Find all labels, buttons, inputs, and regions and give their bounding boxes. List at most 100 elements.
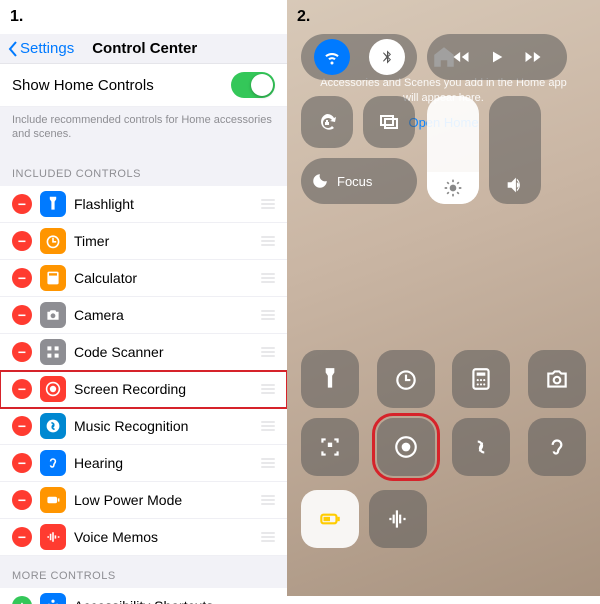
bluetooth-button[interactable] xyxy=(369,39,405,75)
speaker-icon xyxy=(504,174,526,196)
step-label-2: 2. xyxy=(287,0,320,34)
media-tile[interactable] xyxy=(427,34,567,80)
control-label: Low Power Mode xyxy=(74,492,253,508)
calculator-tile[interactable] xyxy=(452,350,510,408)
ear-app-icon xyxy=(40,450,66,476)
calculator-icon xyxy=(468,366,494,392)
control-row-record: − Screen Recording xyxy=(0,371,287,408)
control-row-battery: − Low Power Mode xyxy=(0,482,287,519)
wave-icon xyxy=(45,529,61,545)
control-label: Screen Recording xyxy=(74,381,253,397)
drag-handle[interactable] xyxy=(261,421,275,431)
timer-tile[interactable] xyxy=(377,350,435,408)
remove-button[interactable]: − xyxy=(12,416,32,436)
ear-icon xyxy=(544,434,570,460)
remove-button[interactable]: − xyxy=(12,527,32,547)
control-row-calculator: − Calculator xyxy=(0,260,287,297)
focus-label: Focus xyxy=(337,174,372,189)
drag-handle[interactable] xyxy=(261,310,275,320)
wave-icon xyxy=(385,506,411,532)
drag-handle[interactable] xyxy=(261,347,275,357)
page-title: Control Center xyxy=(92,40,197,57)
wifi-button[interactable] xyxy=(314,39,350,75)
drag-handle[interactable] xyxy=(261,458,275,468)
volume-slider[interactable] xyxy=(489,96,541,204)
wave-app-icon xyxy=(40,524,66,550)
screen-mirror-tile[interactable] xyxy=(363,96,415,148)
timer-icon xyxy=(393,366,419,392)
control-label: Music Recognition xyxy=(74,418,253,434)
remove-button[interactable]: − xyxy=(12,268,32,288)
shazam-app-icon xyxy=(40,413,66,439)
flashlight-icon xyxy=(317,366,343,392)
drag-handle[interactable] xyxy=(261,199,275,209)
battery-icon xyxy=(45,492,61,508)
drag-handle[interactable] xyxy=(261,236,275,246)
screen-recording-tile[interactable] xyxy=(377,418,435,476)
control-row-camera: −Camera xyxy=(0,297,287,334)
shazam-icon xyxy=(468,434,494,460)
control-label: Calculator xyxy=(74,270,253,286)
control-grid-row2 xyxy=(301,490,427,548)
control-label: Voice Memos xyxy=(74,529,253,545)
control-label: Hearing xyxy=(74,455,253,471)
back-button[interactable]: Settings xyxy=(8,40,74,57)
show-home-controls-cell: Show Home Controls xyxy=(0,64,287,107)
flashlight-tile[interactable] xyxy=(301,350,359,408)
rotation-lock-tile[interactable] xyxy=(301,96,353,148)
accessibility-app-icon xyxy=(40,593,66,604)
flashlight-app-icon xyxy=(40,191,66,217)
remove-button[interactable]: − xyxy=(12,490,32,510)
control-row-timer: − Timer xyxy=(0,223,287,260)
remove-button[interactable]: − xyxy=(12,305,32,325)
control-label: Code Scanner xyxy=(74,344,253,360)
brightness-slider[interactable] xyxy=(427,96,479,204)
forward-icon xyxy=(523,47,543,67)
focus-tile[interactable]: Focus xyxy=(301,158,417,204)
drag-handle[interactable] xyxy=(261,384,275,394)
control-label: Timer xyxy=(74,233,253,249)
chevron-left-icon xyxy=(8,41,18,57)
nav-header: Settings Control Center xyxy=(0,34,287,64)
step-label-1: 1. xyxy=(0,0,287,34)
control-row-qr: − Code Scanner xyxy=(0,334,287,371)
camera-app-icon xyxy=(40,302,66,328)
home-controls-footer: Include recommended controls for Home ac… xyxy=(0,107,287,154)
included-section-header: INCLUDED CONTROLS xyxy=(0,154,287,186)
add-button[interactable]: + xyxy=(12,596,32,604)
shazam-tile[interactable] xyxy=(452,418,510,476)
hearing-tile[interactable] xyxy=(528,418,586,476)
qr-icon xyxy=(317,434,343,460)
timer-app-icon xyxy=(40,228,66,254)
control-grid xyxy=(301,350,586,476)
flashlight-icon xyxy=(45,196,61,212)
screen-mirror-icon xyxy=(377,110,401,134)
remove-button[interactable]: − xyxy=(12,453,32,473)
qr-tile[interactable] xyxy=(301,418,359,476)
rewind-icon xyxy=(451,47,471,67)
camera-tile[interactable] xyxy=(528,350,586,408)
control-label: Flashlight xyxy=(74,196,253,212)
control-label: Accessibility Shortcuts xyxy=(74,598,275,604)
remove-button[interactable]: − xyxy=(12,194,32,214)
shazam-icon xyxy=(45,418,61,434)
show-home-controls-toggle[interactable] xyxy=(231,72,275,98)
back-label: Settings xyxy=(20,40,74,57)
low-power-tile[interactable] xyxy=(301,490,359,548)
show-home-controls-label: Show Home Controls xyxy=(12,77,231,94)
voice-memo-tile[interactable] xyxy=(369,490,427,548)
remove-button[interactable]: − xyxy=(12,231,32,251)
accessibility-icon xyxy=(45,598,61,604)
drag-handle[interactable] xyxy=(261,495,275,505)
remove-button[interactable]: − xyxy=(12,379,32,399)
remove-button[interactable]: − xyxy=(12,342,32,362)
control-row-flashlight: − Flashlight xyxy=(0,186,287,223)
drag-handle[interactable] xyxy=(261,532,275,542)
record-icon xyxy=(393,434,419,460)
bluetooth-icon xyxy=(379,49,395,65)
network-tile[interactable] xyxy=(301,34,417,80)
sun-icon xyxy=(443,178,463,198)
drag-handle[interactable] xyxy=(261,273,275,283)
qr-icon xyxy=(45,344,61,360)
more-section-header: MORE CONTROLS xyxy=(0,556,287,588)
